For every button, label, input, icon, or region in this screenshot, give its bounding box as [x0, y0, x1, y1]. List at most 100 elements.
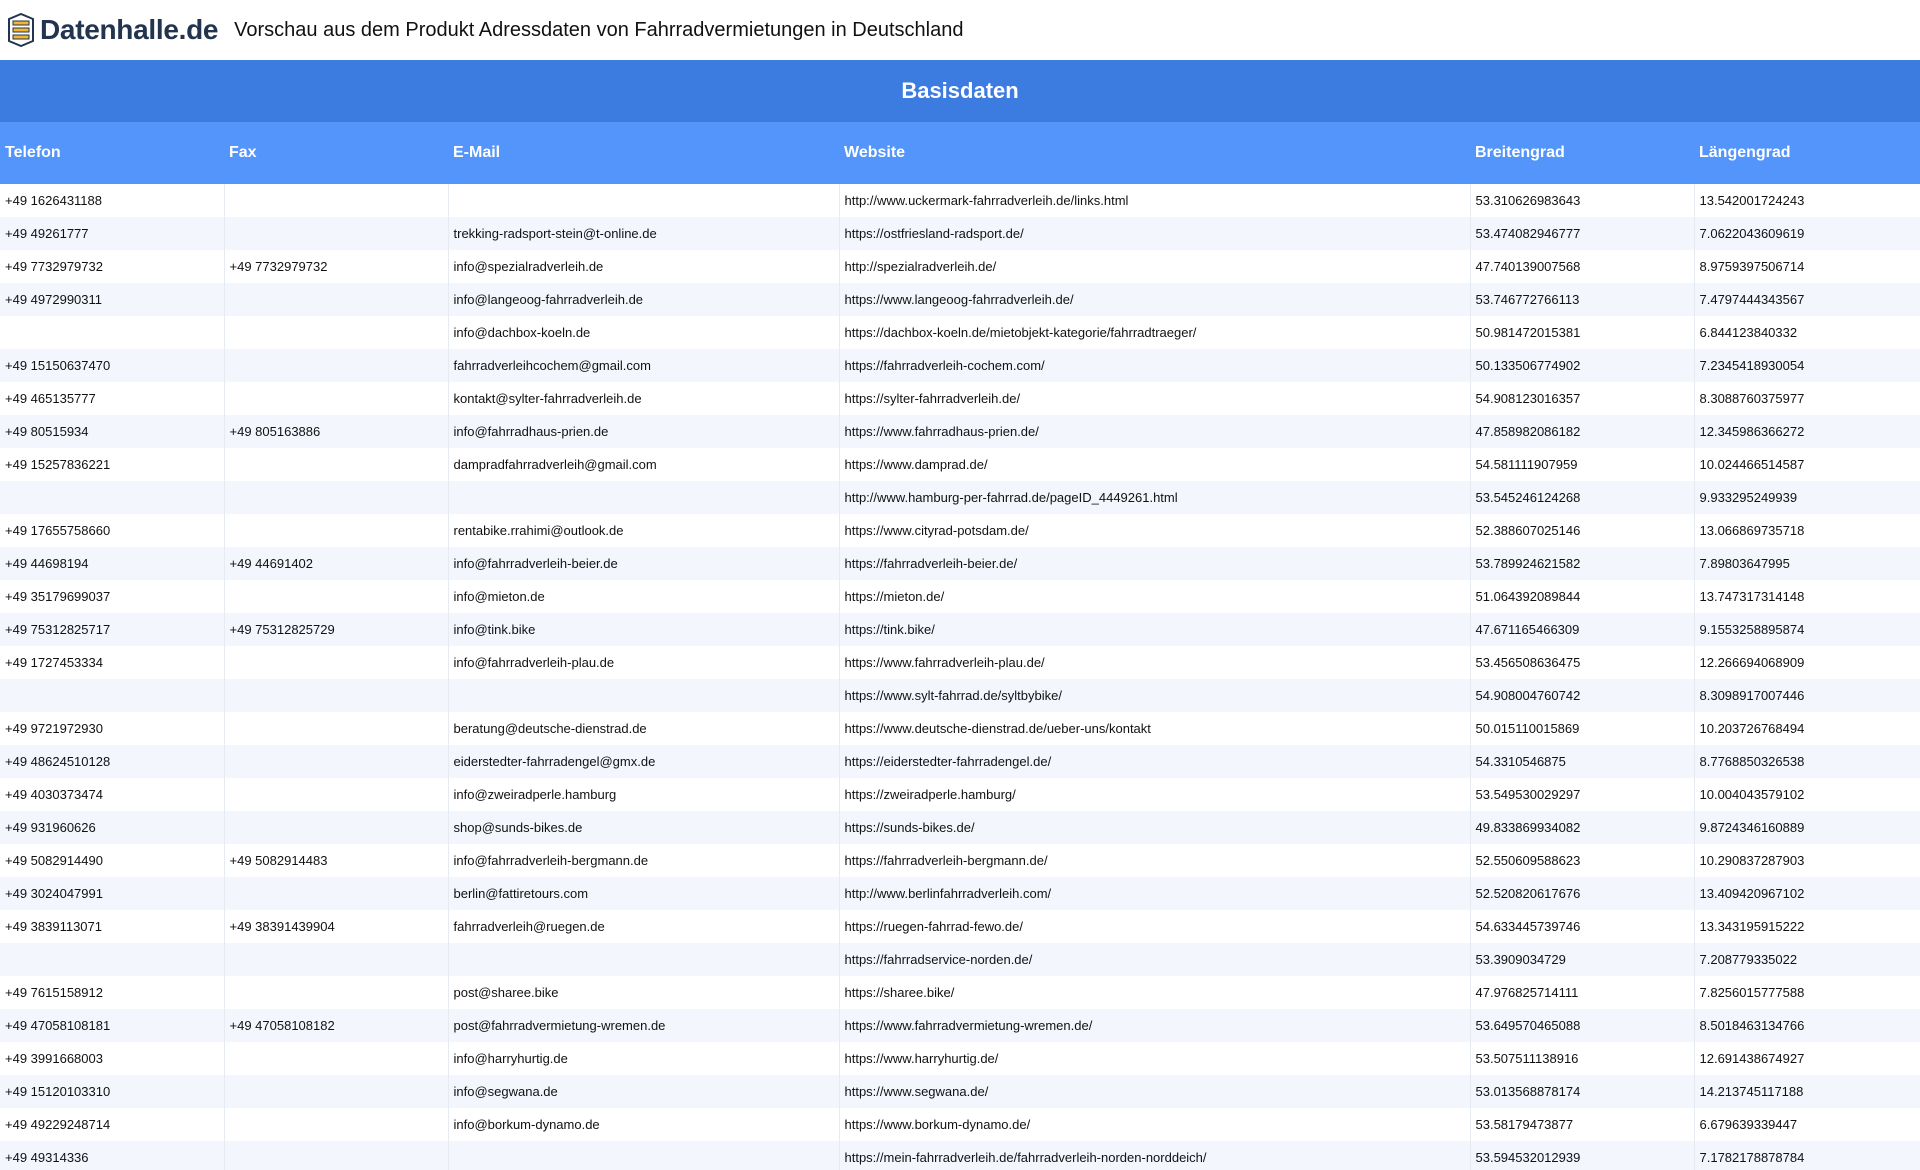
column-header-breitengrad[interactable]: Breitengrad [1470, 122, 1694, 184]
table-row: +49 35179699037 info@mieton.de https://mie… [0, 580, 1920, 613]
cell-website: https://www.harryhurtig.de/ [839, 1042, 1471, 1075]
cell-laengengrad: 10.004043579102 [1694, 778, 1920, 811]
cell-fax [224, 481, 449, 514]
table-row: +49 80515934 +49 805163886 info@fahrradhau… [0, 415, 1920, 448]
cell-fax: +49 44691402 [224, 547, 449, 580]
cell-email: kontakt@sylter-fahrradverleih.de [448, 382, 840, 415]
cell-laengengrad: 8.3088760375977 [1694, 382, 1920, 415]
column-header-fax[interactable]: Fax [224, 122, 448, 184]
cell-laengengrad: 13.066869735718 [1694, 514, 1920, 547]
cell-fax [224, 943, 449, 976]
cell-telefon: +49 4972990311 [0, 283, 225, 316]
cell-telefon: +49 80515934 [0, 415, 225, 448]
cell-laengengrad: 13.409420967102 [1694, 877, 1920, 910]
cell-email: berlin@fattiretours.com [448, 877, 840, 910]
cell-fax [224, 745, 449, 778]
cell-website: https://dachbox-koeln.de/mietobjekt-kate… [839, 316, 1471, 349]
cell-telefon: +49 15257836221 [0, 448, 225, 481]
cell-breitengrad: 53.310626983643 [1470, 184, 1695, 217]
table-row: +49 15257836221 dampradfahrradverleih@gma… [0, 448, 1920, 481]
cell-fax [224, 184, 449, 217]
cell-email [448, 184, 840, 217]
cell-laengengrad: 14.213745117188 [1694, 1075, 1920, 1108]
cell-website: https://www.damprad.de/ [839, 448, 1471, 481]
group-header-row: Basisdaten [0, 60, 1920, 122]
cell-fax [224, 1141, 449, 1170]
logo[interactable]: Datenhalle.de [6, 13, 218, 47]
cell-website: https://sunds-bikes.de/ [839, 811, 1471, 844]
cell-fax [224, 811, 449, 844]
cell-telefon: +49 9721972930 [0, 712, 225, 745]
cell-fax [224, 217, 449, 250]
cell-laengengrad: 9.1553258895874 [1694, 613, 1920, 646]
cell-telefon: +49 5082914490 [0, 844, 225, 877]
table-row: info@dachbox-koeln.de https://dachbox-koe… [0, 316, 1920, 349]
cell-breitengrad: 47.976825714111 [1470, 976, 1695, 1009]
cell-email: info@spezialradverleih.de [448, 250, 840, 283]
cell-breitengrad: 53.789924621582 [1470, 547, 1695, 580]
data-table-container[interactable]: Basisdaten Telefon Fax E-Mail Website Br… [0, 60, 1920, 1170]
cell-breitengrad: 53.549530029297 [1470, 778, 1695, 811]
cell-breitengrad: 54.908004760742 [1470, 679, 1695, 712]
table-row: +49 15120103310 info@segwana.de https://ww… [0, 1075, 1920, 1108]
cell-breitengrad: 47.671165466309 [1470, 613, 1695, 646]
cell-email: trekking-radsport-stein@t-online.de [448, 217, 840, 250]
cell-telefon [0, 943, 225, 976]
column-header-laengengrad[interactable]: Längengrad [1694, 122, 1920, 184]
cell-telefon: +49 15150637470 [0, 349, 225, 382]
cell-fax [224, 976, 449, 1009]
cell-website: https://www.fahrradhaus-prien.de/ [839, 415, 1471, 448]
cell-website: https://eiderstedter-fahrradengel.de/ [839, 745, 1471, 778]
cell-website: http://www.berlinfahrradverleih.com/ [839, 877, 1471, 910]
cell-website: https://ruegen-fahrrad-fewo.de/ [839, 910, 1471, 943]
cell-telefon: +49 49229248714 [0, 1108, 225, 1141]
cell-fax: +49 38391439904 [224, 910, 449, 943]
cell-fax: +49 47058108182 [224, 1009, 449, 1042]
cell-telefon: +49 48624510128 [0, 745, 225, 778]
cell-fax [224, 514, 449, 547]
cell-email: rentabike.rrahimi@outlook.de [448, 514, 840, 547]
cell-fax [224, 679, 449, 712]
cell-laengengrad: 13.343195915222 [1694, 910, 1920, 943]
table-row: +49 75312825717 +49 75312825729 info@tink.… [0, 613, 1920, 646]
table-row: +49 9721972930 beratung@deutsche-dienstra… [0, 712, 1920, 745]
cell-breitengrad: 53.013568878174 [1470, 1075, 1695, 1108]
cell-email [448, 1141, 840, 1170]
data-table: Basisdaten Telefon Fax E-Mail Website Br… [0, 60, 1920, 1170]
table-body: +49 1626431188 http://www.uckermark-fahrr… [0, 184, 1920, 1170]
cell-email: info@langeoog-fahrradverleih.de [448, 283, 840, 316]
cell-email: fahrradverleih@ruegen.de [448, 910, 840, 943]
cell-email [448, 943, 840, 976]
group-header-basisdaten: Basisdaten [0, 60, 1920, 122]
table-row: +49 48624510128 eiderstedter-fahrradengel… [0, 745, 1920, 778]
column-header-telefon[interactable]: Telefon [0, 122, 224, 184]
cell-telefon: +49 75312825717 [0, 613, 225, 646]
cell-breitengrad: 49.833869934082 [1470, 811, 1695, 844]
table-row: +49 47058108181 +49 47058108182 post@fahrr… [0, 1009, 1920, 1042]
cell-fax [224, 580, 449, 613]
cell-breitengrad: 50.133506774902 [1470, 349, 1695, 382]
column-header-email[interactable]: E-Mail [448, 122, 839, 184]
cell-email: info@fahrradverleih-beier.de [448, 547, 840, 580]
cell-breitengrad: 47.858982086182 [1470, 415, 1695, 448]
cell-breitengrad: 54.581111907959 [1470, 448, 1695, 481]
cell-website: http://www.hamburg-per-fahrrad.de/pageID… [839, 481, 1471, 514]
cell-breitengrad: 53.594532012939 [1470, 1141, 1695, 1170]
cell-telefon: +49 1626431188 [0, 184, 225, 217]
cell-laengengrad: 8.7768850326538 [1694, 745, 1920, 778]
cell-email: info@fahrradverleih-bergmann.de [448, 844, 840, 877]
cell-breitengrad: 53.545246124268 [1470, 481, 1695, 514]
cell-laengengrad: 10.290837287903 [1694, 844, 1920, 877]
column-header-website[interactable]: Website [839, 122, 1470, 184]
cell-email: eiderstedter-fahrradengel@gmx.de [448, 745, 840, 778]
cell-laengengrad: 12.345986366272 [1694, 415, 1920, 448]
cell-fax [224, 712, 449, 745]
cell-laengengrad: 10.203726768494 [1694, 712, 1920, 745]
cell-laengengrad: 8.9759397506714 [1694, 250, 1920, 283]
cell-telefon: +49 17655758660 [0, 514, 225, 547]
cell-email: info@mieton.de [448, 580, 840, 613]
cell-breitengrad: 50.981472015381 [1470, 316, 1695, 349]
cell-telefon: +49 465135777 [0, 382, 225, 415]
cell-laengengrad: 13.747317314148 [1694, 580, 1920, 613]
cell-breitengrad: 53.649570465088 [1470, 1009, 1695, 1042]
